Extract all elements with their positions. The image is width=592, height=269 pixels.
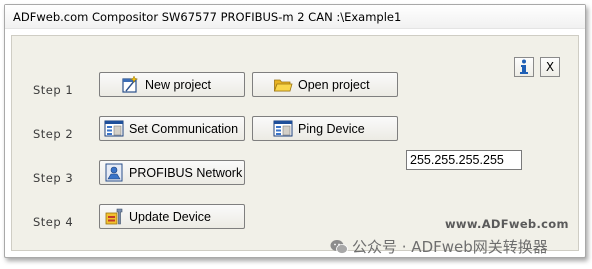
communication-window-icon — [104, 120, 124, 137]
update-device-label: Update Device — [129, 209, 211, 224]
set-communication-button[interactable]: Set Communication — [99, 116, 245, 141]
ping-window-icon — [273, 120, 293, 137]
step-1-label: Step 1 — [33, 83, 74, 97]
network-icon — [105, 163, 123, 182]
wechat-icon — [330, 239, 348, 254]
open-project-button[interactable]: Open project — [252, 72, 398, 97]
window-title: ADFweb.com Compositor SW67577 PROFIBUS-m… — [13, 10, 402, 24]
profibus-network-label: PROFIBUS Network — [129, 165, 243, 180]
close-icon: X — [545, 60, 555, 74]
new-project-button[interactable]: New project — [99, 72, 245, 97]
folder-icon — [273, 79, 293, 92]
app-window: ADFweb.com Compositor SW67577 PROFIBUS-m… — [4, 4, 586, 258]
open-project-label: Open project — [298, 77, 370, 92]
info-icon — [520, 59, 528, 74]
profibus-network-button[interactable]: PROFIBUS Network — [99, 160, 245, 185]
new-project-label: New project — [145, 77, 211, 92]
set-communication-label: Set Communication — [129, 121, 239, 136]
ping-device-label: Ping Device — [298, 121, 365, 136]
website-label: www.ADFweb.com — [445, 217, 569, 231]
main-panel: Step 1 Step 2 Step 3 Step 4 New project … — [11, 35, 579, 251]
info-button[interactable] — [514, 57, 534, 77]
step-3-label: Step 3 — [33, 171, 74, 185]
step-2-label: Step 2 — [33, 127, 74, 141]
step-4-label: Step 4 — [33, 215, 74, 229]
watermark: 公众号 · ADFweb网关转换器 — [330, 236, 548, 257]
update-device-icon — [105, 208, 123, 225]
ip-address-input[interactable] — [406, 150, 522, 170]
ping-device-button[interactable]: Ping Device — [252, 116, 398, 141]
update-device-button[interactable]: Update Device — [99, 204, 245, 229]
title-bar: ADFweb.com Compositor SW67577 PROFIBUS-m… — [5, 5, 585, 29]
watermark-text: 公众号 · ADFweb网关转换器 — [352, 238, 548, 256]
close-button[interactable]: X — [540, 57, 560, 77]
new-project-icon — [122, 75, 139, 93]
